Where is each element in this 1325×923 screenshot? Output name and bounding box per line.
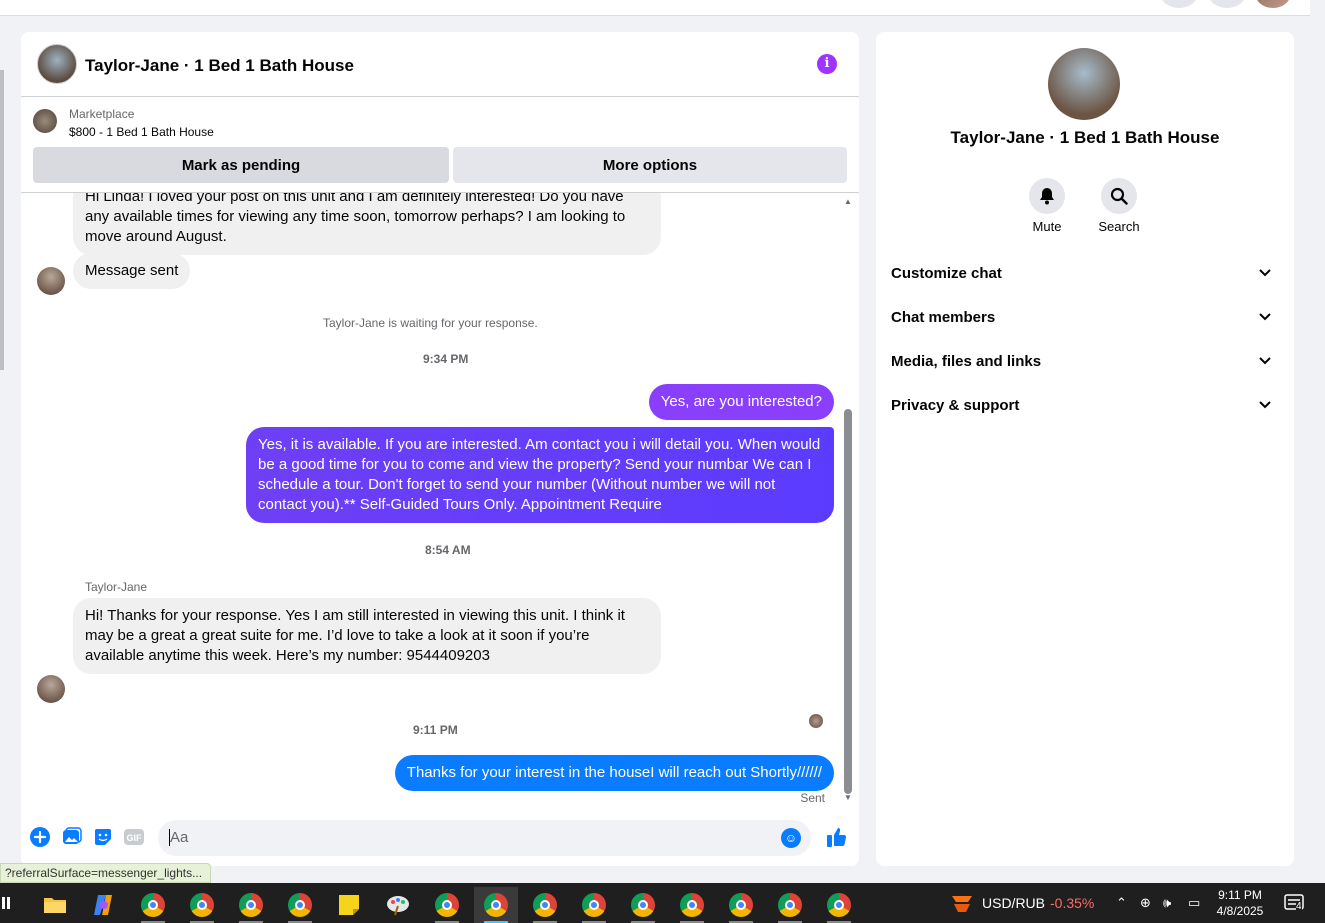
gif-icon[interactable]: GIF [123,826,145,848]
timestamp: 9:34 PM [423,352,469,366]
message-bubble-outgoing[interactable]: Yes, are you interested? [648,384,834,420]
seen-indicator-avatar [809,714,823,728]
chat-members-section[interactable]: Chat members [891,300,1283,336]
message-scrollbar[interactable]: ▲ ▼ [843,197,853,803]
paint-icon[interactable] [376,887,420,923]
media-files-links-section[interactable]: Media, files and links [891,344,1283,380]
sticky-notes-icon[interactable] [327,887,371,923]
search-action[interactable]: Search [1083,178,1155,234]
chrome-icon[interactable] [572,887,616,923]
section-label: Media, files and links [891,353,1042,370]
stock-widget-icon[interactable] [950,892,974,914]
thumbs-up-icon[interactable] [826,826,848,848]
chrome-icon-active[interactable] [474,887,518,923]
notifications-button[interactable] [1208,0,1246,8]
conversation-avatar[interactable] [37,44,77,84]
clock-date: 4/8/2025 [1216,904,1264,918]
chat-panel: Taylor-Jane · 1 Bed 1 Bath House i Marke… [21,32,859,866]
chevron-down-icon [1259,401,1271,409]
mute-label: Mute [1032,219,1062,234]
listing-thumbnail[interactable] [33,109,57,133]
system-clock[interactable]: 9:11 PM 4/8/2025 [1210,887,1270,919]
bell-icon[interactable] [1029,178,1065,214]
file-explorer-icon[interactable] [33,887,77,923]
scroll-down-icon[interactable]: ▼ [843,793,853,803]
message-status: Sent [800,791,825,805]
search-icon[interactable] [1101,178,1137,214]
chrome-icon[interactable] [817,887,861,923]
meet-icon[interactable]: ⊕ [1140,895,1151,911]
volume-icon[interactable]: 🕪 [1163,895,1171,911]
chrome-icon[interactable] [621,887,665,923]
chrome-icon[interactable] [425,887,469,923]
timestamp: 9:11 PM [413,723,458,737]
listing-price[interactable]: $800 - 1 Bed 1 Bath House [69,125,214,139]
scroll-up-icon[interactable]: ▲ [843,197,853,207]
message-bubble-outgoing[interactable]: Thanks for your interest in the houseI w… [394,755,834,791]
chrome-icon[interactable] [180,887,224,923]
chrome-icon[interactable] [131,887,175,923]
chrome-icon[interactable] [670,887,714,923]
left-scrollbar[interactable] [0,70,4,370]
svg-text:GIF: GIF [127,833,143,843]
plus-icon[interactable] [29,826,51,848]
currency-pair[interactable]: USD/RUB [982,895,1045,911]
privacy-support-section[interactable]: Privacy & support [891,388,1283,424]
scroll-thumb[interactable] [844,409,852,794]
mark-as-pending-button[interactable]: Mark as pending [33,147,449,183]
chrome-icon[interactable] [768,887,812,923]
conversation-details-panel: Taylor-Jane · 1 Bed 1 Bath House Mute Se… [876,32,1294,866]
photo-icon[interactable] [61,826,83,848]
top-bar [0,0,1310,16]
section-label: Privacy & support [891,397,1020,414]
start-icon[interactable] [2,895,16,911]
message-bubble-outgoing[interactable]: Yes, it is available. If you are interes… [246,427,834,523]
sender-avatar[interactable] [37,267,65,295]
waiting-notice: Taylor-Jane is waiting for your response… [323,316,538,330]
chevron-down-icon [1259,313,1271,321]
message-input-placeholder: Aa [170,829,189,846]
emoji-icon[interactable]: ☺ [781,828,801,848]
section-label: Chat members [891,309,996,326]
composer: GIF Aa ☺ [21,810,859,866]
marketplace-bar: Marketplace $800 - 1 Bed 1 Bath House Ma… [21,97,859,193]
chevron-up-icon[interactable]: ⌃ [1116,895,1127,911]
chrome-icon[interactable] [278,887,322,923]
link-preview-url: ?referralSurface=messenger_lights... [0,863,212,883]
menu-button[interactable] [1160,0,1198,8]
chevron-down-icon [1259,269,1271,277]
currency-change: -0.35% [1050,895,1095,911]
details-title: Taylor-Jane · 1 Bed 1 Bath House [950,128,1220,147]
notification-count: 4 [1296,901,1302,912]
message-list: Hi Linda! I loved your post on this unit… [21,193,859,810]
section-label: Customize chat [891,265,1002,282]
message-bubble-incoming[interactable]: Hi! Thanks for your response. Yes I am s… [73,598,661,674]
chrome-icon[interactable] [719,887,763,923]
timestamp: 8:54 AM [425,543,471,557]
marketplace-label: Marketplace [69,107,135,121]
conversation-avatar-large[interactable] [1048,48,1120,120]
chevron-down-icon [1259,357,1271,365]
notification-icon[interactable]: 4 [1284,893,1304,913]
message-input[interactable]: Aa ☺ [158,820,811,856]
conversation-title[interactable]: Taylor-Jane · 1 Bed 1 Bath House [85,56,354,76]
account-avatar[interactable] [1255,0,1291,8]
search-label: Search [1098,219,1140,234]
sticker-icon[interactable] [92,826,114,848]
info-icon[interactable]: i [817,54,837,74]
mute-action[interactable]: Mute [1011,178,1083,234]
chrome-icon[interactable] [523,887,567,923]
copilot-icon[interactable] [82,887,126,923]
sender-avatar[interactable] [37,675,65,703]
chrome-icon[interactable] [229,887,273,923]
message-bubble-incoming[interactable]: Hi Linda! I loved your post on this unit… [73,193,661,255]
message-bubble-incoming[interactable]: Message sent [73,253,191,289]
sender-name: Taylor-Jane [85,580,148,594]
clock-time: 9:11 PM [1218,888,1262,902]
taskbar: USD/RUB -0.35% ⌃ ⊕ 🕪 ▭ 9:11 PM 4/8/2025 … [0,883,1325,923]
chat-header: Taylor-Jane · 1 Bed 1 Bath House i [21,32,859,97]
customize-chat-section[interactable]: Customize chat [891,256,1283,292]
more-options-button[interactable]: More options [453,147,847,183]
network-icon[interactable]: ▭ [1188,895,1200,911]
